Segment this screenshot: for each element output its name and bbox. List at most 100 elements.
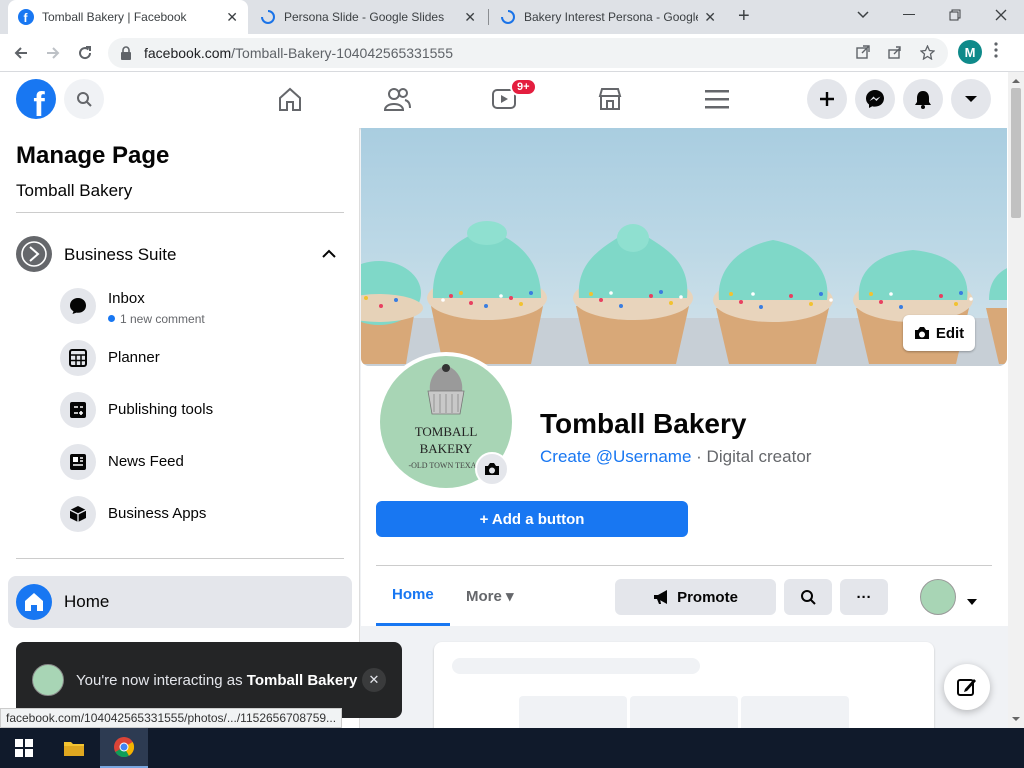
address-bar: facebook.com/Tomball-Bakery-104042565331… <box>0 34 1024 72</box>
sidebar-item-planner[interactable]: Planner <box>60 340 344 380</box>
url-input[interactable]: facebook.com/Tomball-Bakery-104042565331… <box>108 38 948 68</box>
page-search-icon[interactable] <box>784 579 832 615</box>
messenger-icon[interactable] <box>855 79 895 119</box>
create-plus-icon[interactable] <box>807 79 847 119</box>
page-subtitle: Create @Username · Digital creator <box>540 447 811 467</box>
tab-title: Persona Slide - Google Slides <box>284 10 445 24</box>
file-explorer-icon[interactable] <box>50 728 98 768</box>
facebook-favicon-icon: f <box>18 9 34 25</box>
more-options-button[interactable]: ··· <box>840 579 888 615</box>
menu-icon[interactable] <box>700 82 734 116</box>
restore-button[interactable] <box>932 0 978 30</box>
reload-icon[interactable] <box>72 40 98 66</box>
acting-as-avatar[interactable] <box>920 579 956 615</box>
sidebar-item-inbox[interactable]: Inbox 1 new comment <box>60 288 344 328</box>
windows-start-icon[interactable] <box>0 728 48 768</box>
scroll-up-icon[interactable] <box>1008 74 1024 88</box>
close-window-button[interactable] <box>978 0 1024 30</box>
tab-search-icon[interactable] <box>840 0 886 30</box>
tab-persona-slide[interactable]: Persona Slide - Google Slides ✕ <box>250 0 486 34</box>
tab-separator <box>488 9 489 25</box>
svg-text:BAKERY: BAKERY <box>420 441 473 456</box>
promote-button[interactable]: Promote <box>615 579 776 615</box>
publishing-tools-icon <box>60 392 96 428</box>
tab-bakery-persona[interactable]: Bakery Interest Persona - Google ✕ <box>490 0 726 34</box>
watch-notification-badge: 9+ <box>510 78 537 96</box>
close-tab-icon[interactable]: ✕ <box>464 9 476 26</box>
toast-page-avatar <box>32 664 64 696</box>
page-tabs: Home More ▾ Promote ··· <box>376 565 992 626</box>
chevron-up-icon[interactable] <box>322 246 336 264</box>
compose-message-icon[interactable] <box>944 664 990 710</box>
sidebar-item-home[interactable]: Home <box>8 576 352 628</box>
sidebar-page-name[interactable]: Tomball Bakery <box>16 181 132 201</box>
facebook-top-nav: f 9+ <box>0 72 1008 128</box>
link-status-url: facebook.com/104042565331555/photos/.../… <box>0 708 343 728</box>
tab-tomball-facebook[interactable]: f Tomball Bakery | Facebook ✕ <box>8 0 248 34</box>
home-icon[interactable] <box>273 82 307 116</box>
business-apps-icon <box>60 496 96 532</box>
feed-area <box>361 626 1008 742</box>
browser-tab-bar: f Tomball Bakery | Facebook ✕ Persona Sl… <box>0 0 1024 34</box>
planner-icon <box>60 340 96 376</box>
new-tab-button[interactable]: + <box>738 5 750 28</box>
loading-spinner-icon <box>260 9 276 25</box>
bookmark-star-icon[interactable] <box>919 44 936 63</box>
friends-icon[interactable] <box>380 82 414 116</box>
sidebar-item-business-apps[interactable]: Business Apps <box>60 496 344 536</box>
chrome-menu-icon[interactable] <box>994 42 998 63</box>
scrollbar-thumb[interactable] <box>1011 88 1021 218</box>
business-suite-label: Business Suite <box>64 245 177 264</box>
minimize-button[interactable] <box>886 0 932 30</box>
tab-more[interactable]: More ▾ <box>450 566 530 626</box>
loading-spinner-icon <box>500 9 516 25</box>
account-caret-icon[interactable] <box>951 79 991 119</box>
close-tab-icon[interactable]: ✕ <box>226 9 238 26</box>
sidebar-item-label: Inbox <box>108 290 145 307</box>
page-main-content: Edit TOMBALL BAKERY -OLD TOWN TEXAS- Tom… <box>361 128 1008 742</box>
notifications-icon[interactable] <box>903 79 943 119</box>
caret-down-icon[interactable] <box>966 593 978 611</box>
svg-text:-OLD TOWN TEXAS-: -OLD TOWN TEXAS- <box>408 461 483 470</box>
sidebar-item-news-feed[interactable]: News Feed <box>60 444 344 484</box>
update-profile-picture-camera-icon[interactable] <box>475 452 509 486</box>
url-host: facebook.com <box>144 45 232 61</box>
forward-icon[interactable] <box>40 40 66 66</box>
sidebar-item-publishing-tools[interactable]: Publishing tools <box>60 392 344 432</box>
inbox-note: 1 new comment <box>108 312 205 326</box>
home-page-icon <box>16 584 52 620</box>
camera-icon <box>914 326 930 340</box>
profile-avatar[interactable]: M <box>958 40 982 64</box>
tab-title: Bakery Interest Persona - Google <box>524 10 699 24</box>
open-in-app-icon[interactable] <box>856 45 870 62</box>
page-category: · Digital creator <box>696 447 812 466</box>
toast-message: You're now interacting as Tomball Bakery <box>76 672 358 689</box>
business-suite-icon <box>16 236 52 272</box>
megaphone-icon <box>653 589 671 605</box>
divider <box>16 558 344 559</box>
back-icon[interactable] <box>8 40 34 66</box>
close-toast-icon[interactable]: ✕ <box>362 668 386 692</box>
facebook-logo-icon[interactable]: f <box>16 79 56 119</box>
tab-home[interactable]: Home <box>376 566 450 626</box>
chrome-taskbar-icon[interactable] <box>100 728 148 768</box>
news-feed-icon <box>60 444 96 480</box>
manage-page-sidebar: Manage Page Tomball Bakery Business Suit… <box>0 128 360 728</box>
edit-cover-button[interactable]: Edit <box>903 315 975 351</box>
tab-title: Tomball Bakery | Facebook <box>42 10 187 24</box>
inbox-icon <box>60 288 96 324</box>
url-path: /Tomball-Bakery-104042565331555 <box>231 45 453 61</box>
close-tab-icon[interactable]: ✕ <box>704 9 716 26</box>
scroll-down-icon[interactable] <box>1008 712 1024 726</box>
share-icon[interactable] <box>888 45 902 62</box>
svg-text:TOMBALL: TOMBALL <box>415 424 478 439</box>
search-icon[interactable] <box>64 79 104 119</box>
marketplace-icon[interactable] <box>593 82 627 116</box>
page-scrollbar[interactable] <box>1008 72 1024 728</box>
sidebar-item-label: News Feed <box>108 453 184 470</box>
loading-post-card <box>434 642 934 742</box>
create-username-link[interactable]: Create @Username <box>540 447 691 466</box>
lock-icon <box>120 46 132 63</box>
business-suite-section[interactable]: Business Suite <box>16 236 344 276</box>
add-a-button[interactable]: + Add a button <box>376 501 688 537</box>
